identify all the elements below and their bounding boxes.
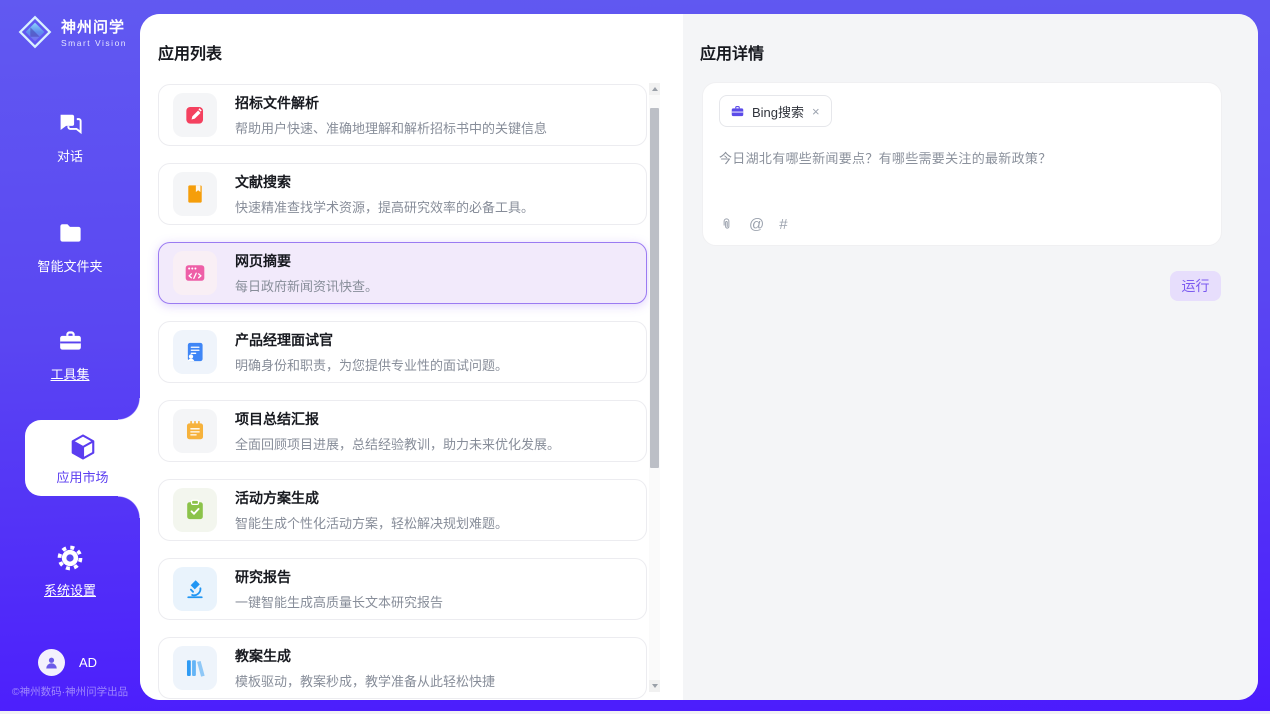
brand-name: 神州问学 (61, 16, 127, 37)
app-card-title: 研究报告 (235, 567, 443, 587)
app-card[interactable]: 教案生成模板驱动，教案秒成，教学准备从此轻松快捷 (158, 637, 647, 699)
folder-icon (55, 220, 85, 250)
sidebar-item-label: 系统设置 (44, 583, 96, 598)
app-card-title: 项目总结汇报 (235, 409, 560, 429)
sidebar-item-settings[interactable]: 系统设置 (0, 544, 140, 600)
app-card-title: 招标文件解析 (235, 93, 547, 113)
prompt-input[interactable]: 今日湖北有哪些新闻要点？有哪些需要关注的最新政策？ (719, 148, 1205, 167)
app-card[interactable]: 招标文件解析帮助用户快速、准确地理解和解析招标书中的关键信息 (158, 84, 647, 146)
book-icon (173, 172, 217, 216)
user-name: AD (79, 655, 97, 670)
app-card[interactable]: 项目总结汇报全面回顾项目进展，总结经验教训，助力未来优化发展。 (158, 400, 647, 462)
edit-doc-icon (173, 93, 217, 137)
app-card-description: 全面回顾项目进展，总结经验教训，助力未来优化发展。 (235, 434, 560, 453)
research-icon (173, 567, 217, 611)
cube-icon (68, 432, 98, 462)
avatar (38, 649, 65, 676)
app-card-title: 产品经理面试官 (235, 330, 508, 350)
sidebar-item-folders[interactable]: 智能文件夹 (0, 220, 140, 276)
sidebar-item-market[interactable]: 应用市场 (25, 420, 140, 496)
sidebar-item-label: 对话 (57, 149, 83, 164)
toolbox-icon (55, 328, 85, 358)
brand-subtitle: Smart Vision (61, 38, 127, 48)
briefcase-icon (730, 104, 745, 119)
run-button[interactable]: 运行 (1170, 271, 1221, 301)
list-scrollbar[interactable] (649, 83, 660, 692)
brand-logo: 神州问学 Smart Vision (16, 13, 127, 51)
note-icon (173, 409, 217, 453)
chat-icon (55, 110, 85, 140)
app-card-description: 模板驱动，教案秒成，教学准备从此轻松快捷 (235, 671, 495, 690)
app-card-title: 网页摘要 (235, 251, 378, 271)
app-card[interactable]: 研究报告一键智能生成高质量长文本研究报告 (158, 558, 647, 620)
tool-tag-bing-search[interactable]: Bing搜索 × (719, 95, 832, 127)
copyright-footer: ©神州数码·神州问学出品 (0, 684, 140, 699)
app-card-description: 明确身份和职责，为您提供专业性的面试问题。 (235, 355, 508, 374)
books-icon (173, 646, 217, 690)
app-card-title: 文献搜索 (235, 172, 534, 192)
sidebar: 神州问学 Smart Vision 对话智能文件夹工具集应用市场系统设置 AD … (0, 0, 140, 711)
mention-icon[interactable]: @ (749, 216, 764, 233)
clipboard-icon (173, 488, 217, 532)
sidebar-item-tools[interactable]: 工具集 (0, 328, 140, 384)
app-shell: 神州问学 Smart Vision 对话智能文件夹工具集应用市场系统设置 AD … (0, 0, 1270, 711)
browser-icon (173, 251, 217, 295)
attachment-icon[interactable] (719, 216, 734, 233)
app-detail-title: 应用详情 (700, 40, 764, 64)
gear-icon (55, 544, 85, 574)
tag-close-icon[interactable]: × (811, 104, 821, 119)
app-card-description: 一键智能生成高质量长文本研究报告 (235, 592, 443, 611)
hash-icon[interactable]: # (779, 216, 787, 233)
prompt-toolbar: @ # (719, 216, 788, 233)
scroll-up-button[interactable] (649, 83, 660, 95)
app-list-panel: 应用列表 招标文件解析帮助用户快速、准确地理解和解析招标书中的关键信息文献搜索快… (140, 14, 683, 700)
app-card-description: 每日政府新闻资讯快查。 (235, 276, 378, 295)
scroll-down-button[interactable] (649, 680, 660, 692)
app-card[interactable]: 网页摘要每日政府新闻资讯快查。 (158, 242, 647, 304)
app-detail-panel: 应用详情 Bing搜索 × 今日湖北有哪些新闻要点？有哪些需要关注的最新政策？ (683, 14, 1258, 700)
interview-icon (173, 330, 217, 374)
sidebar-item-chat[interactable]: 对话 (0, 110, 140, 166)
prompt-card: Bing搜索 × 今日湖北有哪些新闻要点？有哪些需要关注的最新政策？ @ # (702, 82, 1222, 246)
sidebar-item-label: 智能文件夹 (37, 259, 102, 274)
app-card[interactable]: 产品经理面试官明确身份和职责，为您提供专业性的面试问题。 (158, 321, 647, 383)
app-card[interactable]: 文献搜索快速精准查找学术资源，提高研究效率的必备工具。 (158, 163, 647, 225)
tool-tag-label: Bing搜索 (752, 102, 804, 121)
app-card-description: 快速精准查找学术资源，提高研究效率的必备工具。 (235, 197, 534, 216)
app-card-description: 智能生成个性化活动方案，轻松解决规划难题。 (235, 513, 508, 532)
content-area: 应用列表 招标文件解析帮助用户快速、准确地理解和解析招标书中的关键信息文献搜索快… (140, 14, 1258, 700)
app-card-title: 教案生成 (235, 646, 495, 666)
app-card-description: 帮助用户快速、准确地理解和解析招标书中的关键信息 (235, 118, 547, 137)
sidebar-item-label: 应用市场 (56, 470, 108, 485)
scrollbar-thumb[interactable] (650, 108, 659, 468)
app-card[interactable]: 活动方案生成智能生成个性化活动方案，轻松解决规划难题。 (158, 479, 647, 541)
app-list-title: 应用列表 (158, 40, 222, 64)
user-profile[interactable]: AD (38, 649, 97, 676)
app-card-title: 活动方案生成 (235, 488, 508, 508)
user-icon (43, 654, 60, 671)
sidebar-item-label: 工具集 (50, 367, 89, 382)
diamond-logo-icon (16, 13, 54, 51)
